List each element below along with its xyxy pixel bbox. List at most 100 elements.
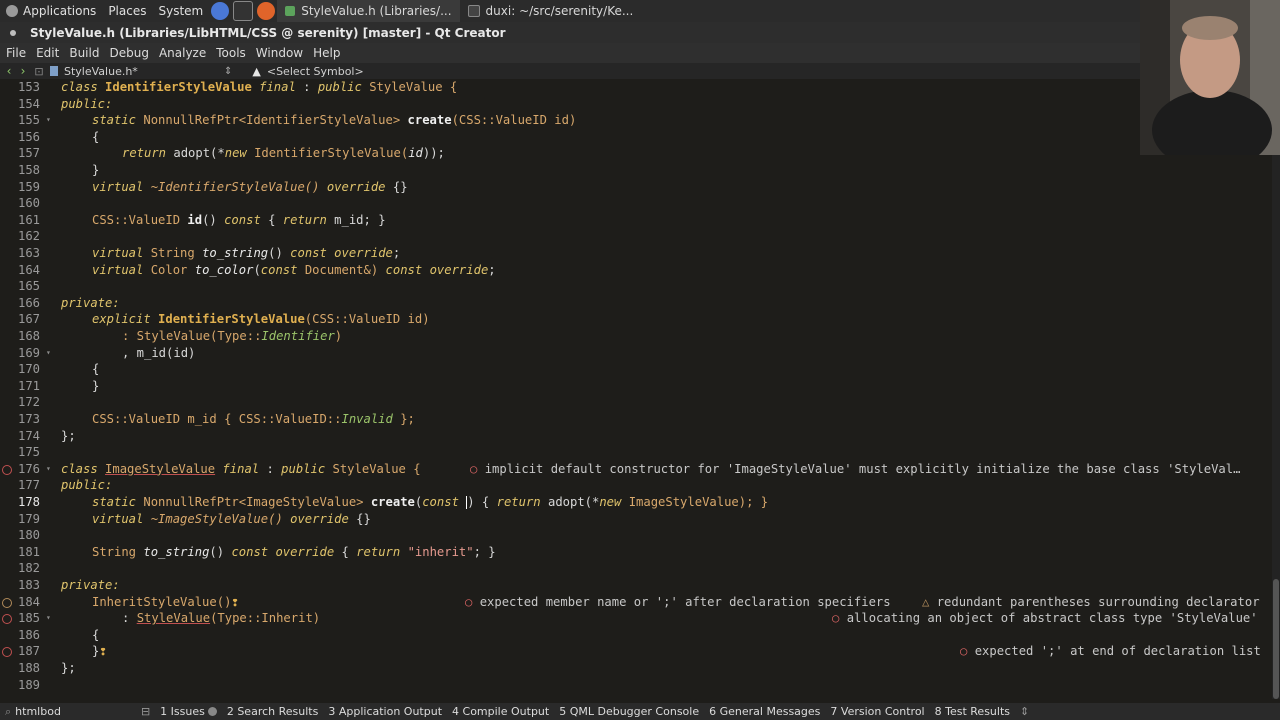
line-number: 156 — [17, 129, 40, 144]
task-terminal[interactable]: duxi: ~/src/serenity/Ke... — [460, 0, 642, 22]
places-menu[interactable]: Places — [102, 0, 152, 22]
code-line: 183 private: — [0, 577, 1272, 594]
qtcreator-icon — [285, 6, 296, 16]
line-number: 165 — [17, 279, 40, 294]
terminal-launcher-icon[interactable] — [233, 1, 254, 21]
menu-file[interactable]: File — [2, 46, 30, 60]
window-titlebar: StyleValue.h (Libraries/LibHTML/CSS @ se… — [0, 22, 1280, 43]
terminal-icon — [467, 5, 480, 17]
tab-application-output[interactable]: 3 Application Output — [323, 705, 447, 718]
warning-icon: ▲ — [252, 64, 261, 78]
code-text: class IdentifierStyleValue final : publi… — [61, 80, 458, 94]
line-number: 187 — [17, 644, 40, 659]
document-dropdown-icon[interactable]: ⇕ — [224, 66, 232, 77]
diagnostic-message: △ redundant parentheses surrounding decl… — [922, 594, 1260, 609]
tab-version-control[interactable]: 7 Version Control — [825, 705, 929, 718]
applications-icon — [6, 5, 18, 17]
system-panel: Applications Places System StyleValue.h … — [0, 0, 1280, 23]
code-line: 164 virtual Color to_color(const Document… — [0, 262, 1272, 279]
back-icon[interactable]: ‹ — [2, 64, 16, 78]
code-line: 163 virtual String to_string() const over… — [0, 245, 1272, 262]
line-number: 160 — [17, 196, 40, 211]
forward-icon[interactable]: › — [16, 64, 30, 78]
code-line: 177 public: — [0, 477, 1272, 494]
line-number: 162 — [17, 229, 40, 244]
code-editor[interactable]: 153 class IdentifierStyleValue final : pu… — [0, 79, 1272, 699]
editor-toolbar: ‹ › ⊡ StyleValue.h* ⇕ ▲ <Select Symbol> — [0, 63, 1280, 80]
menu-help[interactable]: Help — [309, 46, 344, 60]
code-text: virtual Color to_color(const Document&) … — [92, 262, 496, 277]
line-number: 155 — [17, 113, 40, 128]
line-number: 172 — [17, 395, 40, 410]
line-number: 173 — [17, 412, 40, 426]
menu-analyze[interactable]: Analyze — [155, 46, 210, 60]
code-text: CSS::ValueID id() const { return m_id; } — [92, 212, 386, 227]
line-number: 183 — [17, 578, 40, 592]
line-number: 180 — [17, 528, 40, 543]
code-text: }; — [61, 661, 76, 675]
system-menu[interactable]: System — [152, 0, 209, 22]
code-text: }; — [61, 428, 76, 443]
line-number: 177 — [17, 478, 40, 493]
lock-icon[interactable]: ⊡ — [34, 65, 44, 78]
file-icon — [50, 66, 58, 76]
window-menu-icon[interactable] — [10, 29, 16, 36]
line-number: 166 — [17, 295, 40, 310]
fold-marker-icon[interactable]: ▾ — [46, 345, 51, 362]
line-number: 176 — [17, 461, 40, 476]
tab-qml-debugger-console[interactable]: 5 QML Debugger Console — [554, 705, 704, 718]
tab-search-results[interactable]: 2 Search Results — [222, 705, 324, 718]
code-line: 181 String to_string() const override { r… — [0, 544, 1272, 561]
menu-tools[interactable]: Tools — [212, 46, 250, 60]
scrollbar-thumb[interactable] — [1273, 579, 1279, 699]
menu-debug[interactable]: Debug — [105, 46, 152, 60]
fold-marker-icon[interactable]: ▾ — [46, 461, 51, 478]
tab-general-messages[interactable]: 6 General Messages — [704, 705, 825, 718]
line-number: 178 — [17, 495, 40, 509]
code-line: 169 ▾ , m_id(id) — [0, 345, 1272, 362]
code-text: : StyleValue(Type::Identifier) — [122, 329, 343, 343]
line-number: 167 — [17, 312, 40, 327]
line-number: 153 — [17, 80, 40, 94]
firefox-launcher-icon[interactable] — [257, 2, 276, 20]
code-text: virtual ~IdentifierStyleValue() override… — [92, 179, 408, 194]
line-number: 157 — [17, 146, 40, 161]
more-tabs-icon[interactable]: ⇕ — [1015, 705, 1034, 718]
applications-menu[interactable]: Applications — [0, 0, 102, 22]
editor-scrollbar[interactable] — [1272, 79, 1280, 699]
line-number: 179 — [17, 511, 40, 526]
line-number: 169 — [17, 345, 40, 360]
tab-compile-output[interactable]: 4 Compile Output — [447, 705, 554, 718]
code-line: 184 InheritStyleValue()❢ ○ expected member… — [0, 594, 1272, 611]
code-text: } — [92, 378, 100, 393]
menubar: File Edit Build Debug Analyze Tools Wind… — [0, 43, 1280, 63]
open-document-selector[interactable]: StyleValue.h* — [64, 65, 224, 78]
task-qtcreator[interactable]: StyleValue.h (Libraries/... — [277, 0, 460, 22]
code-line: 175 — [0, 444, 1272, 461]
line-number: 170 — [17, 362, 40, 377]
symbol-selector[interactable]: <Select Symbol> — [267, 65, 364, 78]
code-text: class ImageStyleValue final : public Sty… — [61, 461, 421, 476]
toggle-sidebar-icon[interactable]: ⊟ — [136, 705, 155, 718]
code-text: String to_string() const override { retu… — [92, 544, 496, 559]
chromium-launcher-icon[interactable] — [211, 2, 230, 20]
code-line: 160 — [0, 195, 1272, 212]
line-number: 188 — [17, 661, 40, 675]
tab-issues[interactable]: 1 Issues — [155, 705, 222, 718]
code-line: 173 CSS::ValueID m_id { CSS::ValueID::Inv… — [0, 411, 1272, 428]
code-line: 189 — [0, 677, 1272, 694]
webcam-picture — [1140, 0, 1280, 155]
locator-input[interactable]: ⌕ htmlbod — [0, 705, 66, 719]
menu-window[interactable]: Window — [252, 46, 307, 60]
menu-edit[interactable]: Edit — [32, 46, 63, 60]
fold-marker-icon[interactable]: ▾ — [46, 610, 51, 627]
system-label: System — [158, 4, 204, 18]
task-label: StyleValue.h (Libraries/... — [301, 4, 452, 18]
fold-marker-icon[interactable]: ▾ — [46, 112, 51, 129]
code-line: 176 ▾ class ImageStyleValue final : public… — [0, 461, 1272, 478]
menu-build[interactable]: Build — [65, 46, 103, 60]
webcam-overlay — [1140, 0, 1280, 155]
line-number: 163 — [17, 246, 40, 260]
line-number: 158 — [17, 163, 40, 177]
tab-test-results[interactable]: 8 Test Results — [930, 705, 1015, 718]
